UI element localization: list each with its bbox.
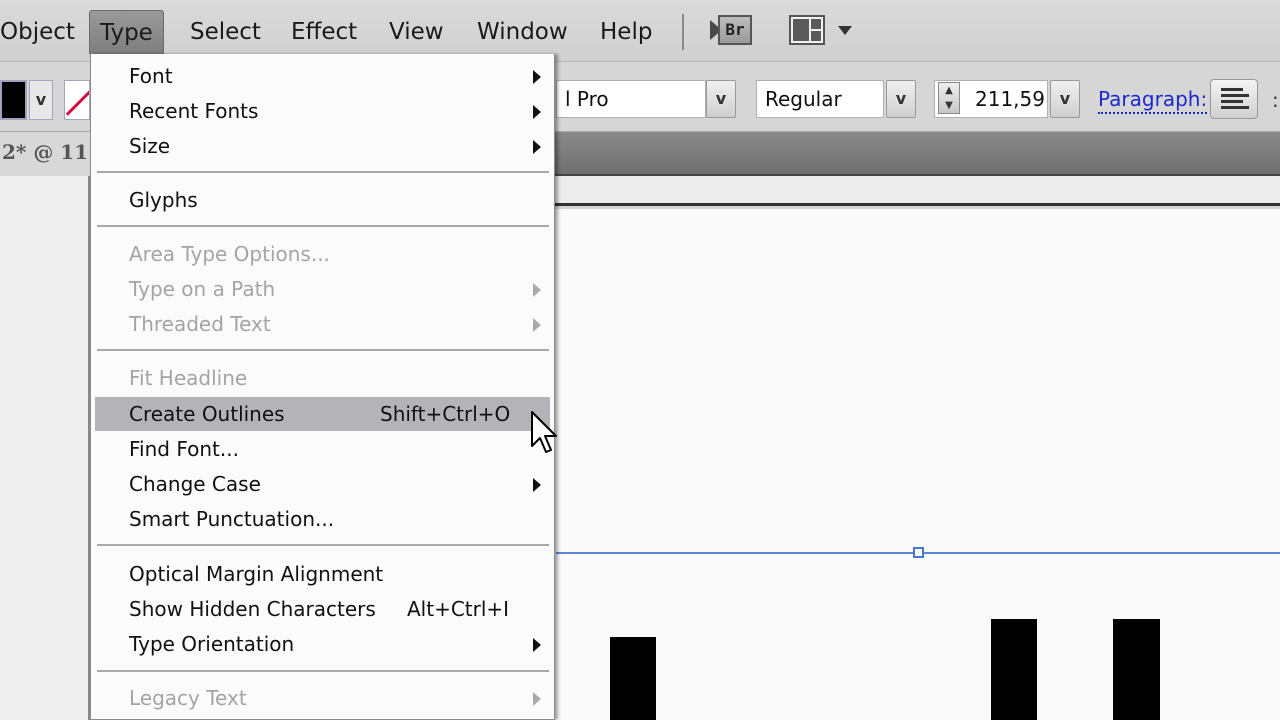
- menu-item-font[interactable]: Font: [95, 59, 550, 93]
- type-menu-dropdown: Font Recent Fonts Size Glyphs Area Type …: [90, 54, 555, 720]
- menu-item-label: Type Orientation: [129, 632, 295, 656]
- glyph-stroke: [991, 619, 1037, 720]
- glyph-stroke: [610, 637, 656, 720]
- menu-item-glyphs[interactable]: Glyphs: [95, 183, 550, 217]
- menu-item-area-type-options: Area Type Options...: [95, 237, 550, 271]
- mouse-pointer-icon: [531, 411, 557, 453]
- menu-item-size[interactable]: Size: [95, 129, 550, 163]
- menu-view[interactable]: View: [379, 12, 454, 52]
- submenu-arrow-icon: [533, 638, 541, 652]
- menu-item-fit-headline: Fit Headline: [95, 361, 550, 395]
- bridge-icon[interactable]: Br: [710, 15, 752, 45]
- menu-item-label: Threaded Text: [129, 312, 271, 336]
- illustrator-window: Object Type Select Effect View Window He…: [0, 0, 1280, 720]
- chevron-down-icon: v: [895, 89, 907, 108]
- font-family-dropdown[interactable]: v: [706, 80, 736, 118]
- workspace-switcher-icon[interactable]: [789, 15, 825, 45]
- menu-select[interactable]: Select: [180, 12, 271, 52]
- submenu-arrow-icon: [533, 283, 541, 297]
- submenu-arrow-icon: [533, 70, 541, 84]
- paragraph-link[interactable]: Paragraph:: [1098, 86, 1208, 114]
- menu-item-label: Fit Headline: [129, 366, 248, 390]
- align-line: [1221, 100, 1243, 103]
- menu-item-shortcut: Alt+Ctrl+I: [407, 597, 510, 621]
- align-line: [1221, 94, 1249, 97]
- menu-item-threaded-text: Threaded Text: [95, 307, 550, 341]
- menu-effect[interactable]: Effect: [281, 12, 367, 52]
- menu-object[interactable]: Object: [0, 12, 85, 52]
- font-family-field[interactable]: l Pro: [556, 80, 706, 118]
- path-anchor-point[interactable]: [913, 547, 924, 558]
- menu-item-change-case[interactable]: Change Case: [95, 467, 550, 501]
- menu-item-optical-margin-alignment[interactable]: Optical Margin Alignment: [95, 557, 550, 591]
- menu-item-label: Change Case: [129, 472, 261, 496]
- menu-item-create-outlines[interactable]: Create Outlines Shift+Ctrl+O: [95, 397, 550, 431]
- workspace-pane-left: [793, 19, 809, 41]
- workspace-pane-bottom-right: [811, 31, 821, 41]
- menu-item-legacy-text: Legacy Text: [95, 681, 550, 715]
- menu-item-type-on-a-path: Type on a Path: [95, 272, 550, 306]
- menu-separator: [97, 670, 549, 672]
- submenu-arrow-icon: [533, 318, 541, 332]
- menu-separator: [97, 349, 549, 351]
- menu-item-label: Smart Punctuation...: [129, 507, 335, 531]
- align-line: [1221, 106, 1249, 109]
- menu-item-recent-fonts[interactable]: Recent Fonts: [95, 94, 550, 128]
- tools-panel-area: [0, 176, 90, 720]
- font-size-dropdown[interactable]: v: [1050, 80, 1080, 118]
- font-style-field[interactable]: Regular: [756, 80, 884, 118]
- submenu-arrow-icon: [533, 105, 541, 119]
- workspace-pane-top-right: [811, 19, 821, 29]
- menu-bar: Object Type Select Effect View Window He…: [0, 0, 1280, 62]
- stroke-color-swatch[interactable]: [64, 80, 90, 120]
- menu-item-label: Create Outlines: [129, 402, 285, 426]
- menu-help[interactable]: Help: [590, 12, 662, 52]
- submenu-arrow-icon: [533, 478, 541, 492]
- menu-item-label: Type on a Path: [129, 277, 276, 301]
- menu-item-label: Optical Margin Alignment: [129, 562, 384, 586]
- menu-type[interactable]: Type: [89, 10, 164, 54]
- font-style-dropdown[interactable]: v: [886, 80, 916, 118]
- menubar-separator: [682, 14, 684, 50]
- menu-item-label: Size: [129, 134, 171, 158]
- menu-item-label: Area Type Options...: [129, 242, 330, 266]
- menu-item-type-orientation[interactable]: Type Orientation: [95, 627, 550, 661]
- menu-item-label: Legacy Text: [129, 686, 247, 710]
- chevron-down-icon: v: [35, 90, 47, 109]
- chevron-down-icon: v: [1059, 89, 1071, 108]
- fill-color-swatch[interactable]: [0, 80, 27, 120]
- font-size-stepper[interactable]: ▲ ▼: [938, 82, 960, 114]
- submenu-arrow-icon: [533, 692, 541, 706]
- chevron-down-icon: v: [715, 89, 727, 108]
- document-tab[interactable]: 2* @ 11: [0, 132, 90, 176]
- caret-down-icon[interactable]: [838, 26, 852, 35]
- align-left-button[interactable]: [1210, 79, 1258, 119]
- menu-item-label: Recent Fonts: [129, 99, 259, 123]
- fill-dropdown-button[interactable]: v: [29, 80, 53, 120]
- align-left-icon: [1221, 88, 1243, 91]
- menu-separator: [97, 171, 549, 173]
- menu-separator: [97, 225, 549, 227]
- menu-item-find-font[interactable]: Find Font...: [95, 432, 550, 466]
- menu-separator: [97, 544, 549, 546]
- menu-item-shortcut: Shift+Ctrl+O: [380, 402, 511, 426]
- control-bar-overflow-icon[interactable]: :: [1272, 88, 1279, 112]
- glyph-stroke: [1113, 619, 1160, 720]
- menu-window[interactable]: Window: [467, 12, 578, 52]
- menu-item-label: Glyphs: [129, 188, 198, 212]
- submenu-arrow-icon: [533, 140, 541, 154]
- menu-item-label: Font: [129, 64, 173, 88]
- menu-item-show-hidden-characters[interactable]: Show Hidden Characters Alt+Ctrl+I: [95, 592, 550, 626]
- menu-item-smart-punctuation[interactable]: Smart Punctuation...: [95, 502, 550, 536]
- menu-item-label: Find Font...: [129, 437, 239, 461]
- bridge-label: Br: [718, 15, 752, 45]
- menu-item-label: Show Hidden Characters: [129, 597, 376, 621]
